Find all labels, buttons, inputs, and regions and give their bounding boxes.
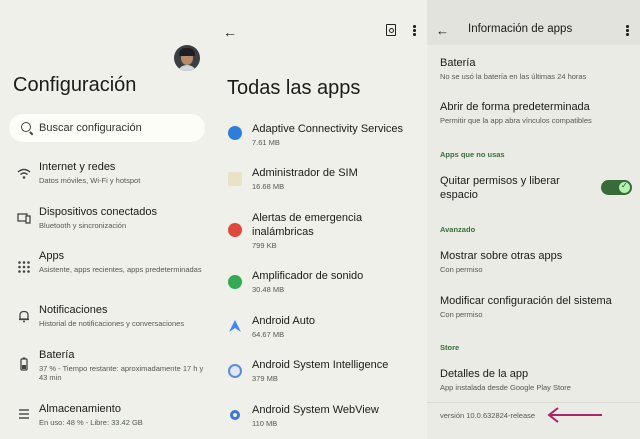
storage-icon — [19, 409, 29, 419]
settings-item-devices[interactable]: Dispositivos conectados Bluetooth y sinc… — [0, 205, 213, 241]
app-list-item[interactable]: Administrador de SIM 16.68 MB — [213, 166, 427, 196]
open-by-default-setting[interactable]: Abrir de forma predeterminada Permitir q… — [440, 100, 635, 125]
intelligence-icon — [228, 364, 242, 378]
check-icon — [619, 181, 630, 193]
remove-permissions-setting[interactable]: Quitar permisos y liberar espacio — [440, 174, 590, 202]
app-info-panel: ← Información de apps Batería No se usó … — [427, 0, 640, 439]
section-header-unused: Apps que no usas — [440, 150, 505, 159]
divider — [427, 402, 640, 403]
page-title: Configuración — [13, 74, 137, 96]
back-arrow-icon[interactable]: ← — [436, 23, 449, 38]
app-list-item[interactable]: Android Auto 64.67 MB — [213, 314, 427, 344]
more-options-icon[interactable] — [626, 25, 629, 37]
page-title: Información de apps — [468, 23, 573, 35]
app-list-item[interactable]: Android System WebView 110 MB — [213, 403, 427, 433]
app-list-item[interactable]: Adaptive Connectivity Services 7.61 MB — [213, 122, 427, 152]
settings-item-notifications[interactable]: Notificaciones Historial de notificacion… — [0, 303, 213, 339]
remove-permissions-toggle[interactable] — [601, 180, 632, 195]
annotation-arrow-icon — [547, 407, 602, 423]
wifi-icon — [17, 168, 31, 179]
version-text: versión 10.0.632824-release — [440, 411, 536, 420]
section-header-advanced: Avanzado — [440, 225, 476, 234]
app-list-item[interactable]: Alertas de emergencia inalámbricas 799 K… — [213, 211, 427, 251]
alert-icon — [228, 223, 242, 237]
all-apps-panel: ← Todas las apps Adaptive Connectivity S… — [213, 0, 427, 439]
apps-grid-icon — [18, 261, 30, 273]
sim-icon — [228, 172, 242, 186]
search-input[interactable]: Buscar configuración — [9, 114, 205, 142]
section-header-store: Store — [440, 343, 460, 352]
search-icon — [21, 122, 31, 132]
app-list-item[interactable]: Amplificador de sonido 30.48 MB — [213, 269, 427, 299]
back-arrow-icon[interactable]: ← — [223, 24, 237, 40]
bell-icon — [19, 310, 29, 323]
avatar[interactable] — [174, 45, 200, 71]
webview-gear-icon — [230, 410, 240, 420]
settings-item-battery[interactable]: Batería 37 % - Tiempo restante: aproxima… — [0, 348, 213, 388]
ear-icon — [228, 275, 242, 289]
devices-icon — [17, 213, 31, 224]
settings-panel: Configuración Buscar configuración Inter… — [0, 0, 213, 439]
android-auto-icon — [229, 320, 241, 332]
search-placeholder: Buscar configuración — [39, 122, 142, 134]
battery-icon — [20, 357, 28, 371]
app-icon — [228, 126, 242, 140]
page-title: Todas las apps — [227, 77, 361, 99]
more-options-icon[interactable] — [413, 25, 416, 37]
modify-system-settings-setting[interactable]: Modificar configuración del sistema Con … — [440, 294, 635, 319]
battery-setting[interactable]: Batería No se usó la batería en las últi… — [440, 56, 635, 81]
settings-item-apps[interactable]: Apps Asistente, apps recientes, apps pre… — [0, 249, 213, 289]
settings-item-network[interactable]: Internet y redes Datos móviles, Wi-Fi y … — [0, 160, 213, 196]
settings-item-storage[interactable]: Almacenamiento En uso: 48 % - Libre: 33.… — [0, 402, 213, 438]
display-over-apps-setting[interactable]: Mostrar sobre otras apps Con permiso — [440, 249, 635, 274]
app-details-setting[interactable]: Detalles de la app App instalada desde G… — [440, 367, 635, 392]
app-search-icon[interactable] — [386, 24, 396, 36]
app-list-item[interactable]: Android System Intelligence 379 MB — [213, 358, 427, 388]
